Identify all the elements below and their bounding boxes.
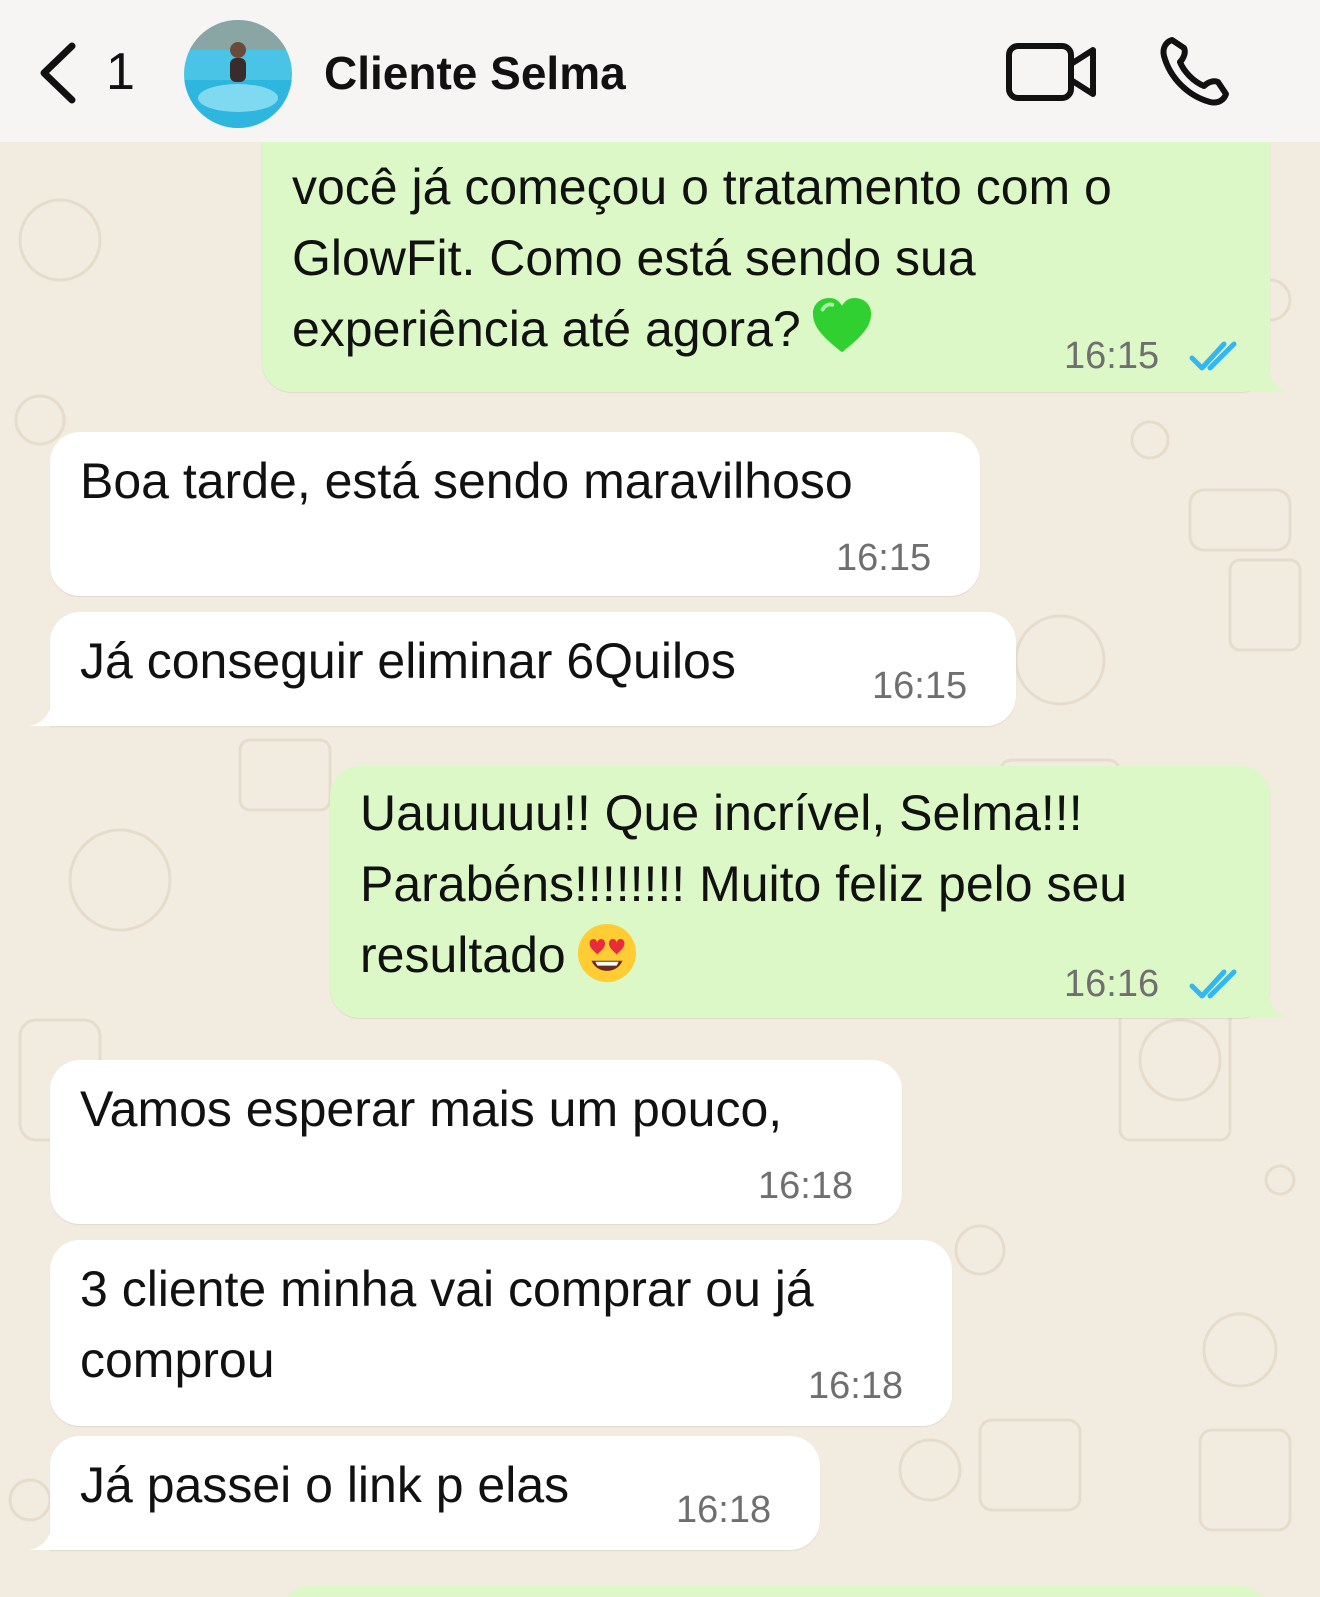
message-time: 16:15	[836, 537, 932, 579]
bubble-tail	[1250, 362, 1290, 392]
message-incoming[interactable]: Vamos esperar mais um pouco, 16:18	[50, 1060, 902, 1224]
green-heart-icon	[812, 297, 871, 352]
avatar-image	[184, 20, 292, 128]
contact-name[interactable]: Cliente Selma	[324, 46, 626, 100]
message-time: 16:18	[808, 1365, 904, 1407]
heart-eyes-emoji-icon	[577, 923, 636, 982]
message-time: 16:15	[1064, 335, 1160, 377]
message-time: 16:18	[676, 1489, 772, 1531]
voice-call-button[interactable]	[1158, 36, 1230, 108]
message-incoming[interactable]: 3 cliente minha vai comprar ou já compro…	[50, 1240, 952, 1426]
message-line: comprou	[80, 1332, 275, 1388]
message-line: 3 cliente minha vai comprar ou já	[80, 1261, 814, 1317]
video-camera-icon	[1006, 43, 1096, 101]
message-time: 16:16	[1064, 963, 1160, 1005]
message-outgoing[interactable]: você já começou o tratamento com o GlowF…	[262, 100, 1290, 392]
message-line: experiência até agora?	[292, 294, 873, 365]
read-ticks-icon	[1189, 969, 1237, 999]
bubble-tail	[30, 1520, 70, 1550]
message-outgoing[interactable]: Uauuuuu!! Que incrível, Selma!!! Parabén…	[330, 766, 1290, 1018]
message-line: Parabéns!!!!!!!! Muito feliz pelo seu	[360, 856, 1128, 912]
message-outgoing-partial[interactable]	[280, 1586, 1270, 1597]
message-line-text: experiência até agora?	[292, 301, 801, 357]
message-line: Uauuuuu!! Que incrível, Selma!!!	[360, 785, 1083, 841]
message-line: você já começou o tratamento com o	[292, 159, 1112, 215]
message-time: 16:15	[872, 665, 968, 707]
message-incoming[interactable]: Já passei o link p elas 16:18	[30, 1436, 820, 1550]
message-line: resultado	[360, 920, 638, 991]
message-line: Já passei o link p elas	[80, 1457, 570, 1513]
read-ticks-icon	[1189, 341, 1237, 371]
message-incoming[interactable]: Já conseguir eliminar 6Quilos 16:15	[30, 612, 1016, 726]
message-time: 16:18	[758, 1165, 854, 1207]
message-line: Boa tarde, está sendo maravilhoso	[80, 453, 853, 509]
bubble-tail	[30, 696, 70, 726]
back-button[interactable]	[36, 40, 80, 106]
message-line-text: resultado	[360, 927, 566, 983]
message-line: Já conseguir eliminar 6Quilos	[80, 633, 736, 689]
bubble-tail	[1250, 988, 1290, 1018]
message-line: Vamos esperar mais um pouco,	[80, 1081, 783, 1137]
chat-area: você já começou o tratamento com o GlowF…	[0, 0, 1320, 1597]
message-line: GlowFit. Como está sendo sua	[292, 230, 976, 286]
unread-count[interactable]: 1	[106, 42, 135, 102]
chat-header: 1 Cliente Selma	[0, 0, 1320, 142]
video-call-button[interactable]	[1006, 42, 1098, 102]
message-incoming[interactable]: Boa tarde, está sendo maravilhoso 16:15	[50, 432, 980, 596]
avatar[interactable]	[184, 20, 292, 128]
chevron-left-icon	[40, 42, 76, 104]
phone-icon	[1160, 37, 1229, 106]
